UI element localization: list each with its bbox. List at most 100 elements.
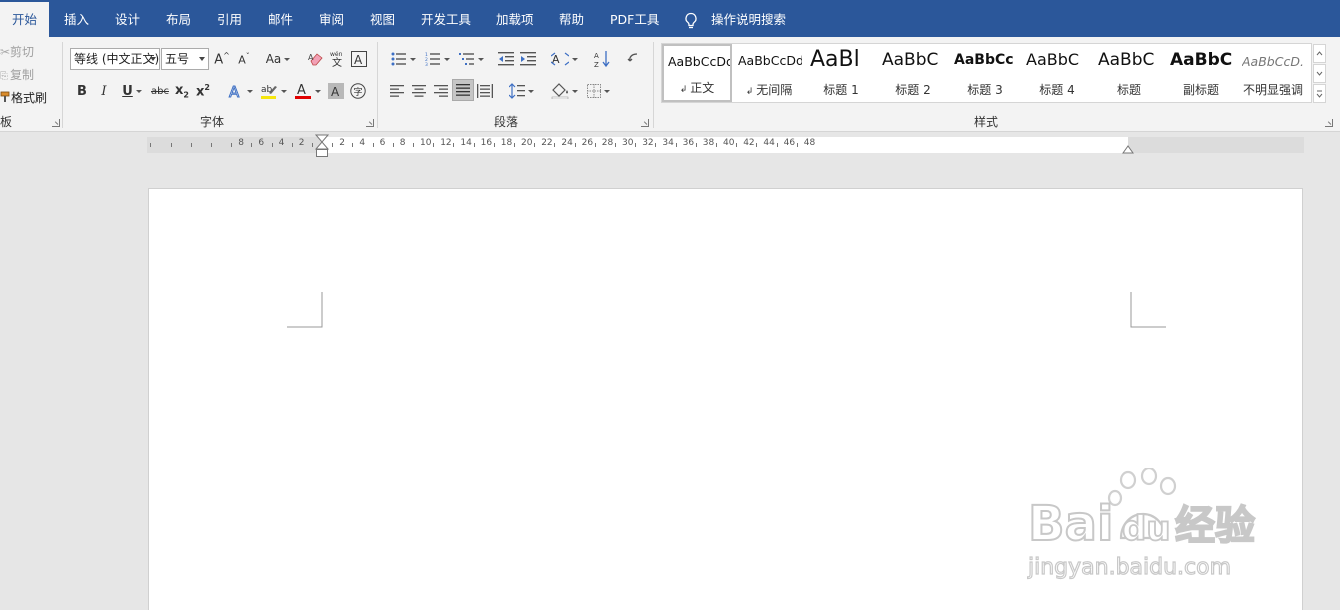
ruler-number: 12	[440, 138, 452, 148]
font-size-select[interactable]: 五号	[161, 48, 209, 70]
sort-button[interactable]: A Z	[592, 48, 612, 70]
font-family-select[interactable]: 等线 (中文正文)	[70, 48, 160, 70]
style-heading-2[interactable]: AaBbC 标题 2	[878, 45, 948, 101]
cut-label: 剪切	[10, 45, 35, 59]
chinese-layout-button[interactable]: A	[549, 48, 579, 70]
character-shading-icon: A	[328, 83, 344, 99]
tab-review[interactable]: 审阅	[319, 0, 344, 37]
italic-button[interactable]: I	[96, 80, 112, 102]
chevron-down-icon	[1316, 71, 1323, 76]
cut-button[interactable]: ✂剪切	[0, 43, 34, 60]
right-indent-marker[interactable]	[1122, 144, 1134, 154]
chevron-up-icon	[1316, 51, 1323, 56]
style-no-spacing[interactable]: AaBbCcDd ↲ 无间隔	[734, 45, 804, 101]
multilevel-list-button[interactable]	[456, 48, 486, 70]
align-right-button[interactable]	[432, 80, 450, 102]
grow-font-button[interactable]: A^	[213, 48, 231, 70]
numbering-button[interactable]: 1 2 3	[422, 48, 452, 70]
style-subtle-emphasis[interactable]: AaBbCcD. 不明显强调	[1238, 45, 1308, 101]
style-heading-3[interactable]: AaBbCc 标题 3	[950, 45, 1020, 101]
copy-button[interactable]: ⎘ 复制	[0, 66, 34, 83]
shrink-font-button[interactable]: Aˇ	[235, 48, 253, 70]
style-title[interactable]: AaBbC 标题	[1094, 45, 1164, 101]
sort-icon: A Z	[594, 51, 610, 68]
tell-me-search[interactable]: 操作说明搜索	[711, 0, 786, 37]
phonetic-guide-button[interactable]: wén 文	[328, 48, 348, 70]
gallery-scroll-down[interactable]	[1313, 64, 1326, 83]
ruler-number: 40	[723, 138, 735, 148]
tab-developer[interactable]: 开发工具	[421, 0, 471, 37]
underline-button[interactable]: U	[117, 80, 147, 102]
ruler-tick	[231, 143, 233, 147]
bullets-button[interactable]	[388, 48, 418, 70]
tab-view[interactable]: 视图	[370, 0, 395, 37]
style-heading-1[interactable]: AaBl 标题 1	[806, 45, 876, 101]
strikethrough-button[interactable]: abc	[150, 80, 170, 102]
clipboard-dialog-launcher[interactable]	[52, 119, 60, 127]
enclose-characters-icon: 字	[350, 83, 366, 99]
tab-layout[interactable]: 布局	[166, 0, 191, 37]
font-dialog-launcher[interactable]	[366, 119, 374, 127]
justify-button[interactable]	[452, 79, 474, 101]
tab-references[interactable]: 引用	[217, 0, 242, 37]
ruler-tick	[594, 143, 596, 147]
group-divider	[377, 42, 378, 128]
tab-home[interactable]: 开始	[0, 2, 50, 37]
text-effects-button[interactable]: A	[226, 80, 254, 102]
ruler-number: 30	[622, 138, 634, 148]
ruler-tick	[655, 143, 657, 147]
watermark-cn: 经验	[1175, 503, 1255, 549]
tab-design[interactable]: 设计	[115, 0, 140, 37]
grow-font-icon: A^	[214, 50, 230, 68]
highlight-color-button[interactable]: ab	[258, 80, 288, 102]
tab-mailings[interactable]: 邮件	[268, 0, 293, 37]
format-painter-button[interactable]: 格式刷	[0, 89, 47, 106]
clipboard-group-label: 板	[0, 115, 13, 129]
bold-button[interactable]: B	[74, 80, 90, 102]
paragraph-dialog-launcher[interactable]	[641, 119, 649, 127]
align-left-button[interactable]	[388, 80, 406, 102]
change-case-button[interactable]: Aa	[263, 48, 293, 70]
gallery-scroll-up[interactable]	[1313, 44, 1326, 63]
first-line-indent-marker[interactable]	[315, 134, 329, 160]
svg-text:文: 文	[332, 56, 342, 68]
highlighter-icon: ab	[260, 85, 277, 99]
gallery-more-button[interactable]	[1313, 84, 1326, 103]
ruler-tick	[614, 143, 616, 147]
increase-indent-button[interactable]	[519, 48, 537, 70]
distributed-button[interactable]	[476, 80, 494, 102]
tab-help[interactable]: 帮助	[559, 0, 584, 37]
style-name: ↲ 正文	[679, 81, 715, 95]
increase-indent-icon	[520, 52, 536, 66]
svg-text:3: 3	[425, 62, 428, 66]
style-subtitle[interactable]: AaBbC 副标题	[1166, 45, 1236, 101]
tab-insert[interactable]: 插入	[64, 0, 89, 37]
crop-mark-top-left	[287, 292, 323, 328]
chevron-down-icon	[150, 57, 156, 61]
character-shading-button[interactable]: A	[327, 80, 345, 102]
align-center-button[interactable]	[410, 80, 428, 102]
shrink-font-icon: Aˇ	[238, 51, 250, 67]
show-marks-button[interactable]	[624, 48, 642, 70]
multilevel-list-icon	[458, 53, 474, 65]
superscript-button[interactable]: x2	[195, 80, 211, 102]
decrease-indent-button[interactable]	[497, 48, 515, 70]
ribbon-tab-bar: 开始 插入 设计 布局 引用 邮件 审阅 视图 开发工具 加载项 帮助 PDF工…	[0, 0, 1340, 37]
shading-button[interactable]	[549, 80, 579, 102]
chevron-down-icon	[603, 89, 610, 93]
line-spacing-button[interactable]	[506, 80, 536, 102]
tab-addins[interactable]: 加载项	[496, 0, 534, 37]
character-border-button[interactable]: A	[350, 48, 368, 70]
style-normal[interactable]: AaBbCcDd ↲ 正文	[662, 44, 732, 102]
underline-icon: U	[122, 83, 133, 99]
borders-button[interactable]	[583, 80, 613, 102]
font-color-button[interactable]: A	[292, 80, 322, 102]
tab-pdf-tools[interactable]: PDF工具	[610, 0, 659, 37]
enclose-characters-button[interactable]: 字	[349, 80, 367, 102]
chevron-down-icon	[246, 89, 253, 93]
clear-formatting-button[interactable]: A	[306, 48, 326, 70]
styles-dialog-launcher[interactable]	[1325, 119, 1333, 127]
subscript-button[interactable]: x2	[174, 80, 190, 102]
horizontal-ruler[interactable]: 8 6 4 2 2 4 6 8 10 12 14 16 18 20 22 24 26 28 30 32 34 36 38 40…	[147, 134, 1304, 157]
style-heading-4[interactable]: AaBbC 标题 4	[1022, 45, 1092, 101]
